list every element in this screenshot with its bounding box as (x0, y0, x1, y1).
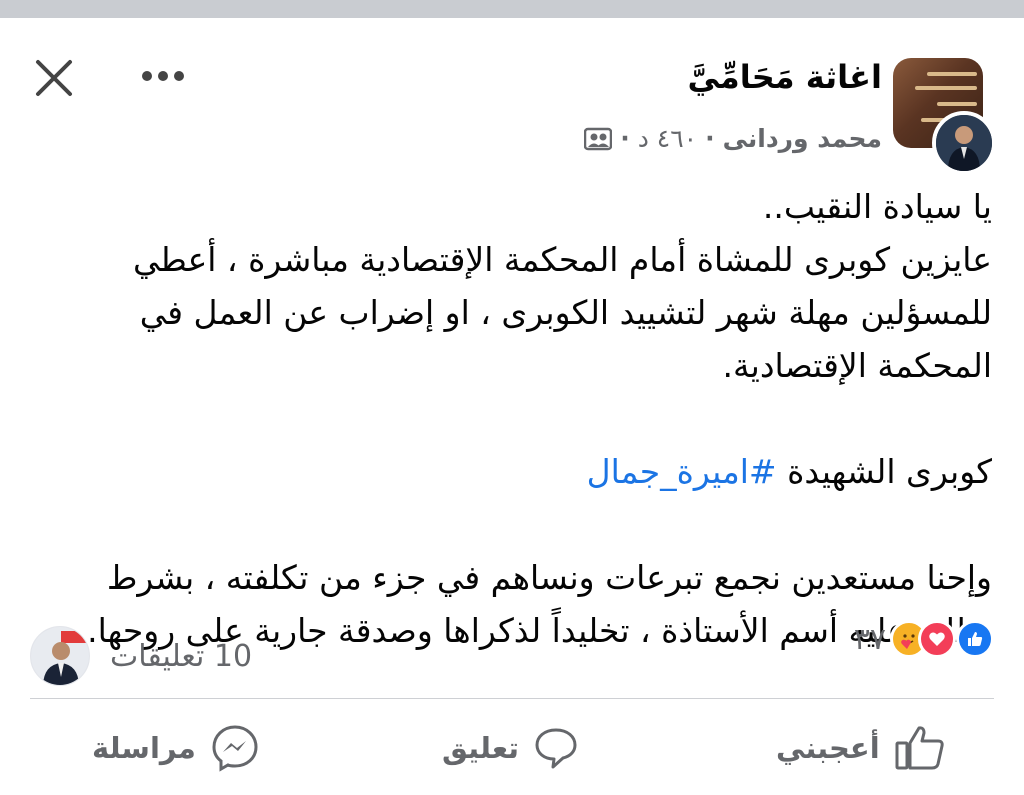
hashtag-link[interactable]: #اميرة_جمال (587, 452, 777, 491)
love-reaction-icon (918, 620, 956, 658)
post-meta: محمد وردانى · ٤٦٠ د · (584, 124, 882, 153)
hashtag-prefix: كوبرى الشهيدة (776, 452, 992, 491)
messenger-icon (212, 725, 258, 772)
person-photo-icon (936, 115, 992, 171)
post-line: عايزين كوبرى للمشاة أمام المحكمة الإقتصا… (133, 240, 992, 279)
comments-count[interactable]: 10 تعليقات (110, 639, 252, 674)
reaction-count: ٣٧ (853, 621, 886, 657)
post-line: يا سيادة النقيب.. (762, 187, 992, 226)
author-name[interactable]: محمد وردانى (723, 124, 882, 153)
group-name[interactable]: اغاثة مَحَامِّيَّ (688, 58, 882, 96)
like-reaction-icon (956, 620, 994, 658)
person-photo-icon (31, 627, 89, 685)
commenter-avatar (30, 626, 90, 686)
close-icon (36, 60, 72, 96)
post-line: المحكمة الإقتصادية. (722, 346, 992, 385)
post-body: يا سيادة النقيب.. عايزين كوبرى للمشاة أم… (52, 180, 992, 657)
message-button[interactable]: مراسلة (92, 718, 260, 778)
comments-summary[interactable]: 10 تعليقات (30, 626, 252, 686)
meta-separator-2: · (620, 124, 630, 153)
group-privacy-icon (584, 127, 613, 151)
hashtag-line: كوبرى الشهيدة #اميرة_جمال (52, 445, 992, 498)
post-line: للمسؤلين مهلة شهر لتشييد الكوبرى ، او إض… (139, 293, 992, 332)
reactions-summary[interactable]: ٣٧ (854, 620, 994, 658)
post-time[interactable]: ٤٦٠ د (638, 124, 697, 153)
like-label: أعجبني (776, 731, 880, 765)
post-line: وإحنا مستعدين نجمع تبرعات ونساهم في جزء … (106, 558, 992, 597)
comment-label: تعليق (442, 731, 520, 765)
like-button[interactable]: أعجبني (776, 718, 946, 778)
comment-bubble-icon (535, 728, 577, 769)
author-avatar[interactable] (932, 111, 996, 175)
close-button[interactable] (30, 54, 78, 102)
more-dots-icon (142, 71, 184, 81)
meta-separator: · (705, 124, 715, 153)
message-label: مراسلة (92, 731, 196, 765)
status-strip (0, 0, 1024, 18)
more-options-button[interactable] (135, 58, 191, 94)
thumbs-up-icon (895, 726, 944, 770)
comment-button[interactable]: تعليق (442, 718, 579, 778)
divider (30, 698, 994, 699)
post-card: اغاثة مَحَامِّيَّ محمد وردانى · ٤٦٠ د · … (0, 18, 1024, 795)
